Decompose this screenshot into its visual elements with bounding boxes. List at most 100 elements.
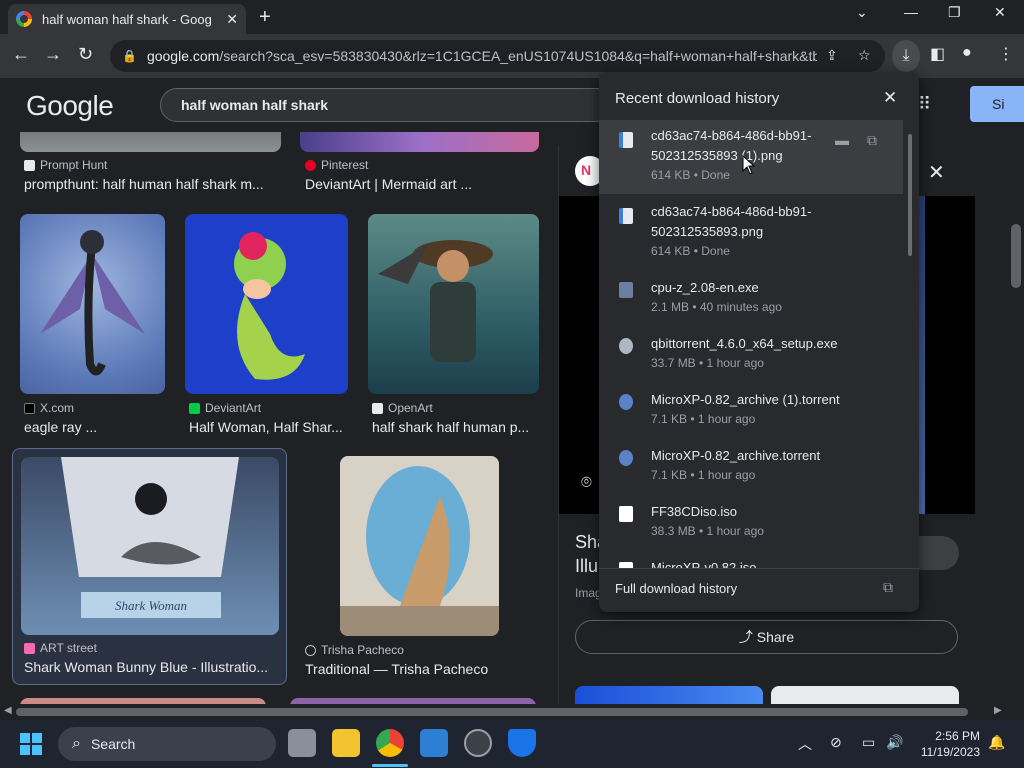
- show-in-folder-icon[interactable]: ▬: [835, 132, 849, 148]
- selected-result-card[interactable]: Shark Woman ART street Shark Woman Bunny…: [12, 448, 287, 685]
- tab-search-chevron-icon[interactable]: ⌄: [856, 4, 868, 21]
- clock-time: 2:56 PM: [935, 729, 980, 743]
- task-view-icon[interactable]: [288, 729, 316, 757]
- download-item[interactable]: FF38CDiso.iso 38.3 MB • 1 hour ago: [599, 498, 903, 554]
- security-shield-icon[interactable]: [508, 729, 536, 757]
- result-thumbnail[interactable]: [20, 214, 165, 394]
- windows-start-icon[interactable]: [20, 733, 42, 755]
- google-logo[interactable]: Google: [26, 90, 114, 122]
- chrome-icon[interactable]: [376, 729, 404, 757]
- vertical-scroll-thumb[interactable]: [1011, 224, 1021, 288]
- download-meta: 38.3 MB • 1 hour ago: [651, 524, 764, 538]
- browser-tab[interactable]: half woman half shark - Google ✕: [8, 4, 246, 34]
- shark-woman-banner-text: Shark Woman: [115, 598, 187, 613]
- search-input[interactable]: half woman half shark: [160, 88, 620, 122]
- share-button[interactable]: ⤴ Share: [575, 620, 958, 654]
- file-explorer-icon[interactable]: [332, 729, 360, 757]
- result-caption[interactable]: prompthunt: half human half shark m...: [24, 176, 279, 192]
- display-icon[interactable]: ▭: [862, 734, 875, 751]
- address-bar[interactable]: 🔒 google.com/search?sca_esv=583830430&rl…: [110, 40, 885, 72]
- related-image-thumbnail[interactable]: [575, 686, 763, 706]
- taskbar-search-box[interactable]: ⌕ Search: [58, 727, 276, 761]
- reload-icon[interactable]: ↻: [78, 44, 93, 65]
- result-source[interactable]: Trisha Pacheco: [305, 643, 404, 657]
- cartoon-mermaid-image: [234, 232, 305, 380]
- taskbar-search-placeholder: Search: [90, 736, 136, 752]
- notification-bell-icon[interactable]: 🔔: [988, 734, 1005, 751]
- close-window-icon[interactable]: ✕: [994, 4, 1006, 21]
- network-status-icon[interactable]: ⊘: [830, 734, 842, 751]
- google-lens-icon[interactable]: ⌾: [581, 472, 592, 493]
- close-downloads-icon[interactable]: ✕: [883, 88, 897, 108]
- restore-icon[interactable]: ❐: [948, 4, 961, 21]
- result-source[interactable]: X.com: [24, 401, 74, 415]
- sign-in-button[interactable]: Si: [970, 86, 1024, 122]
- back-icon[interactable]: ←: [12, 44, 30, 65]
- downloads-scrollbar[interactable]: [908, 134, 912, 256]
- result-thumbnail[interactable]: [20, 132, 281, 152]
- result-thumbnail[interactable]: [185, 214, 348, 394]
- shark-woman-image: Shark Woman: [61, 457, 239, 618]
- show-hidden-icons-icon[interactable]: ︿: [798, 734, 812, 754]
- minimize-icon[interactable]: —: [904, 4, 918, 20]
- lock-icon[interactable]: 🔒: [122, 49, 137, 63]
- result-thumbnail[interactable]: [340, 456, 499, 636]
- download-filename: qbittorrent_4.6.0_x64_setup.exe: [651, 336, 838, 351]
- result-thumbnail[interactable]: Shark Woman: [21, 457, 279, 635]
- image-file-icon: [619, 208, 633, 224]
- iso-file-icon: [619, 506, 633, 522]
- download-filename: MicroXP-v0.82.iso: [651, 560, 757, 568]
- full-download-history-link[interactable]: Full download history ⧉: [599, 568, 919, 612]
- bookmark-star-icon[interactable]: ☆: [858, 47, 871, 64]
- prompthunt-favicon-icon: [24, 159, 35, 171]
- result-source[interactable]: Pinterest: [305, 158, 368, 172]
- side-panel-icon[interactable]: ◧: [930, 44, 945, 64]
- result-caption[interactable]: Shark Woman Bunny Blue - Illustratio...: [24, 659, 279, 675]
- scroll-right-icon[interactable]: ▶: [994, 705, 1002, 716]
- menu-kebab-icon[interactable]: ⋮: [998, 44, 1014, 64]
- related-image-thumbnail[interactable]: [771, 686, 959, 706]
- download-item[interactable]: MicroXP-0.82_archive (1).torrent 7.1 KB …: [599, 386, 903, 442]
- globe-favicon-icon: [305, 644, 316, 656]
- close-tab-icon[interactable]: ✕: [226, 11, 238, 28]
- google-favicon-icon: [16, 11, 32, 27]
- result-source[interactable]: DeviantArt: [189, 401, 261, 415]
- page-vertical-scrollbar[interactable]: [1008, 132, 1024, 704]
- result-source[interactable]: OpenArt: [372, 401, 433, 415]
- windows-taskbar: ⌕ Search ︿ ⊘ ▭ 🔊 2:56 PM 11/19/2023 🔔: [0, 720, 1024, 768]
- horizontal-scroll-thumb[interactable]: [16, 708, 968, 716]
- download-item[interactable]: cpu-z_2.08-en.exe 2.1 MB • 40 minutes ag…: [599, 274, 903, 330]
- download-icon: ⤓: [902, 47, 910, 64]
- result-caption[interactable]: Half Woman, Half Shar...: [189, 419, 349, 435]
- result-thumbnail[interactable]: [300, 132, 539, 152]
- share-page-icon[interactable]: ⇪: [826, 47, 838, 64]
- download-item[interactable]: qbittorrent_4.6.0_x64_setup.exe 33.7 MB …: [599, 330, 903, 386]
- image-file-icon: [619, 132, 633, 148]
- apps-grid-icon[interactable]: ⠿: [918, 94, 931, 115]
- result-source[interactable]: ART street: [24, 641, 97, 655]
- new-tab-icon[interactable]: +: [259, 6, 271, 29]
- app-icon[interactable]: [464, 729, 492, 757]
- result-caption[interactable]: eagle ray ...: [24, 419, 164, 435]
- downloads-button[interactable]: ⤓: [892, 40, 920, 72]
- page-horizontal-scrollbar[interactable]: ◀ ▶: [0, 704, 1008, 720]
- result-caption[interactable]: DeviantArt | Mermaid art ...: [305, 176, 540, 192]
- scroll-left-icon[interactable]: ◀: [4, 705, 12, 716]
- forward-icon[interactable]: →: [44, 44, 62, 65]
- taskbar-clock[interactable]: 2:56 PM 11/19/2023: [920, 728, 980, 760]
- preview-subtitle: Illu: [575, 556, 599, 576]
- result-source[interactable]: Prompt Hunt: [24, 158, 107, 172]
- download-filename: cd63ac74-b864-486d-bb91-502312535893.png: [651, 204, 812, 239]
- network-app-icon[interactable]: [420, 729, 448, 757]
- profile-icon[interactable]: ●: [962, 44, 972, 62]
- download-item[interactable]: MicroXP-v0.82.iso: [599, 554, 903, 568]
- result-caption[interactable]: Traditional — Trisha Pacheco: [305, 661, 540, 677]
- volume-icon[interactable]: 🔊: [886, 734, 903, 751]
- download-item[interactable]: MicroXP-0.82_archive.torrent 7.1 KB • 1 …: [599, 442, 903, 498]
- close-preview-icon[interactable]: ✕: [928, 160, 945, 185]
- download-meta: 7.1 KB • 1 hour ago: [651, 412, 756, 426]
- download-item[interactable]: cd63ac74-b864-486d-bb91-502312535893.png…: [599, 198, 903, 258]
- open-external-icon[interactable]: ⧉: [867, 132, 877, 149]
- result-caption[interactable]: half shark half human p...: [372, 419, 538, 435]
- result-thumbnail[interactable]: [368, 214, 539, 394]
